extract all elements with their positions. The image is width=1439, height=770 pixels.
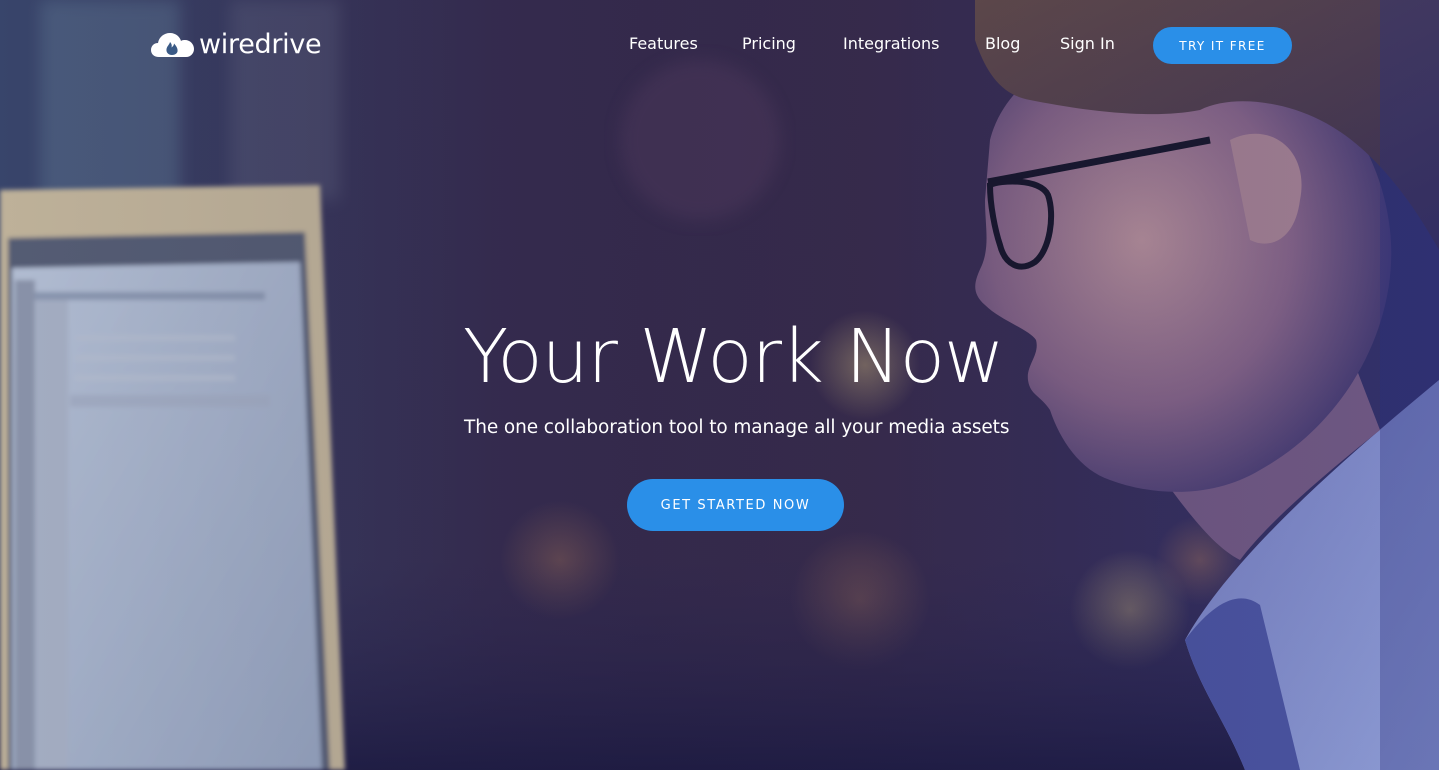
- hero-headline: Your Work Now: [463, 314, 1005, 400]
- hero-section: wiredrive Features Pricing Integrations …: [0, 0, 1439, 770]
- try-it-free-button[interactable]: TRY IT FREE: [1153, 27, 1292, 64]
- get-started-button[interactable]: GET STARTED NOW: [627, 479, 844, 531]
- nav-link-blog[interactable]: Blog: [985, 33, 1020, 55]
- nav-link-features[interactable]: Features: [629, 33, 698, 55]
- cloud-flame-icon: [151, 33, 194, 57]
- logo-text: wiredrive: [199, 29, 322, 60]
- hero-subheadline: The one collaboration tool to manage all…: [464, 417, 1010, 438]
- logo[interactable]: wiredrive: [151, 28, 322, 62]
- nav-link-integrations[interactable]: Integrations: [843, 33, 940, 55]
- nav-link-pricing[interactable]: Pricing: [742, 33, 796, 55]
- top-navigation: wiredrive Features Pricing Integrations …: [0, 0, 1439, 90]
- nav-link-sign-in[interactable]: Sign In: [1060, 33, 1115, 55]
